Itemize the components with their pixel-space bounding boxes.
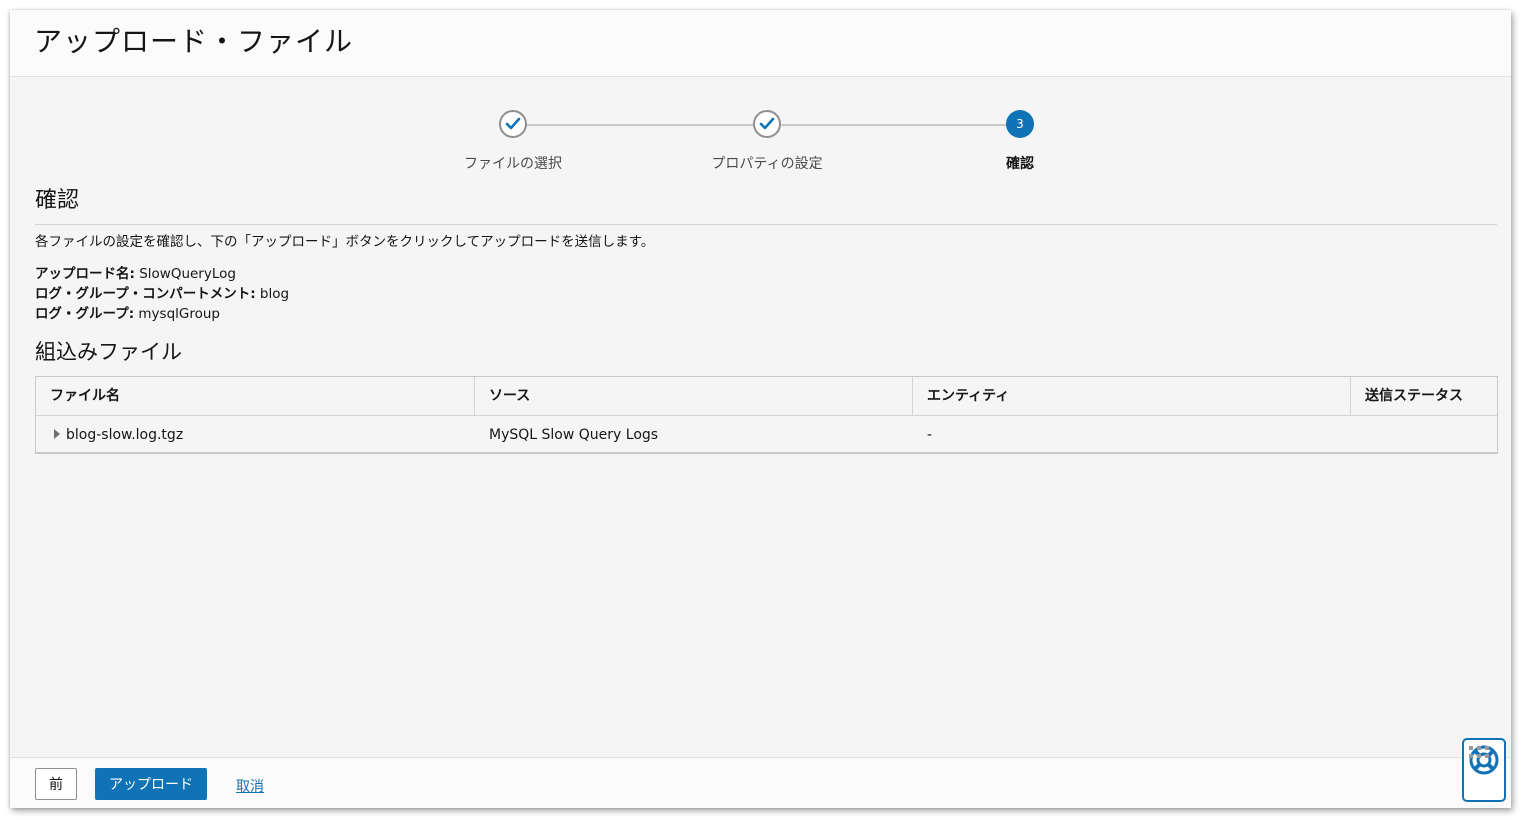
- table-header: ファイル名 ソース エンティティ 送信ステータス: [36, 377, 1497, 416]
- field-value: SlowQueryLog: [139, 266, 236, 282]
- review-description: 各ファイルの設定を確認し、下の「アップロード」ボタンをクリックしてアップロードを…: [35, 234, 655, 250]
- field-label: アップロード名:: [35, 266, 135, 282]
- dialog-footer: 前 アップロード 取消: [10, 757, 1511, 808]
- column-header-source[interactable]: ソース: [475, 377, 913, 416]
- field-value: mysqlGroup: [138, 306, 220, 322]
- step-3-indicator[interactable]: 3: [1006, 110, 1034, 138]
- step-1-label[interactable]: ファイルの選択: [413, 153, 613, 173]
- step-2-indicator[interactable]: [753, 110, 781, 138]
- cancel-link[interactable]: 取消: [236, 776, 264, 796]
- cell-filename: blog-slow.log.tgz: [36, 416, 475, 454]
- files-title: 組込みファイル: [35, 340, 182, 364]
- cell-entity: -: [927, 427, 933, 443]
- upload-dialog: アップロード・ファイル 3 ファイルの選択 プロパティの設定 確認 確認 各ファ…: [10, 10, 1511, 808]
- step-train: 3 ファイルの選択 プロパティの設定 確認: [10, 10, 1511, 190]
- grip-icon[interactable]: [1469, 745, 1491, 759]
- field-label: ログ・グループ:: [35, 306, 135, 322]
- review-title: 確認: [35, 188, 80, 213]
- step-3-label[interactable]: 確認: [920, 153, 1120, 173]
- column-header-filename[interactable]: ファイル名: [36, 377, 475, 416]
- help-widget[interactable]: [1462, 738, 1506, 802]
- check-icon: [759, 117, 775, 130]
- field-value: blog: [259, 286, 290, 302]
- table-row[interactable]: blog-slow.log.tgz MySQL Slow Query Logs …: [36, 416, 1497, 454]
- files-table: ファイル名 ソース エンティティ 送信ステータス blog-slow.log.t…: [35, 376, 1498, 454]
- train-connector: [527, 124, 753, 126]
- previous-button[interactable]: 前: [35, 768, 77, 800]
- field-log-group: ログ・グループ: mysqlGroup: [35, 304, 220, 324]
- step-1-indicator[interactable]: [499, 110, 527, 138]
- field-log-group-compartment: ログ・グループ・コンパートメント: blog: [35, 284, 289, 304]
- column-header-status[interactable]: 送信ステータス: [1351, 377, 1497, 416]
- section-divider: [35, 224, 1497, 225]
- field-upload-name: アップロード名: SlowQueryLog: [35, 264, 236, 284]
- train-connector: [781, 124, 1007, 126]
- expand-triangle-icon[interactable]: [54, 429, 60, 439]
- column-header-entity[interactable]: エンティティ: [913, 377, 1351, 416]
- cell-status: [1351, 416, 1497, 454]
- cell-source: MySQL Slow Query Logs: [489, 427, 659, 443]
- check-icon: [505, 117, 521, 130]
- file-name: blog-slow.log.tgz: [66, 427, 184, 443]
- step-2-label[interactable]: プロパティの設定: [667, 153, 867, 173]
- field-label: ログ・グループ・コンパートメント:: [35, 286, 256, 302]
- upload-button[interactable]: アップロード: [95, 768, 207, 800]
